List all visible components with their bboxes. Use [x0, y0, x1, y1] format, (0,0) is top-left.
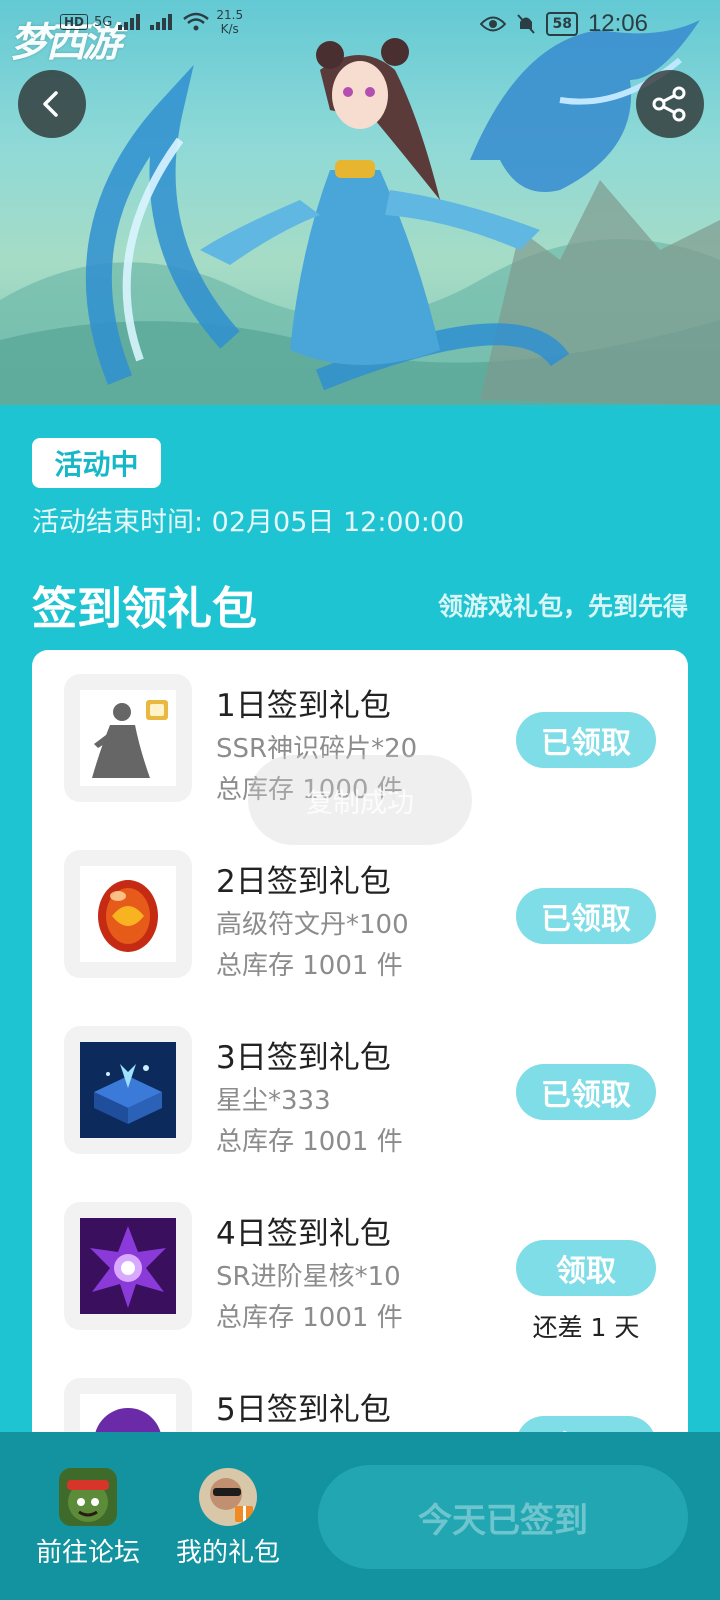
silhouette-fragment-icon	[80, 690, 176, 786]
status-bar: HD 5G 21.5 K/s 58 12:06	[0, 0, 720, 48]
section-subtitle: 领游戏礼包，先到先得	[437, 592, 688, 621]
gift-item: 高级符文丹*100	[216, 910, 409, 940]
signal-icon	[118, 14, 141, 30]
claimed-button[interactable]: 已领取	[516, 712, 656, 768]
gift-title: 3日签到礼包	[216, 1040, 391, 1076]
claimed-button[interactable]: 已领取	[516, 888, 656, 944]
claim-button[interactable]: 领取	[516, 1240, 656, 1296]
my-gifts-label: 我的礼包	[175, 1538, 280, 1568]
wifi-icon	[183, 12, 210, 31]
network-speed: 21.5 K/s	[216, 8, 244, 36]
stardust-chest-icon	[80, 1042, 176, 1138]
gift-title: 5日签到礼包	[216, 1392, 391, 1428]
share-button[interactable]	[636, 70, 704, 138]
network-type: 5G	[94, 14, 113, 30]
status-indicators: HD 5G 21.5 K/s	[60, 8, 243, 36]
status-system: 58 12:06	[480, 10, 648, 38]
activity-status-badge: 活动中	[32, 438, 161, 488]
gift-title: 4日签到礼包	[216, 1216, 391, 1252]
gift-row: 4日签到礼包 SR进阶星核*10 总库存 1001 件 领取 还差 1 天	[32, 1178, 688, 1342]
forum-link[interactable]: 前往论坛	[28, 1468, 148, 1569]
hero-banner: 梦西游 HD 5G 21.5 K/s 58 12:06	[0, 0, 720, 405]
battery-level: 58	[546, 12, 578, 36]
eye-icon	[480, 16, 507, 32]
claimed-button[interactable]: 已领取	[516, 1064, 656, 1120]
clock: 12:06	[587, 10, 648, 37]
gift-thumbnail	[64, 674, 192, 802]
gift-item: SR进阶星核*10	[216, 1262, 401, 1292]
rune-pill-icon	[80, 866, 176, 962]
section-title: 签到领礼包	[32, 582, 258, 635]
bell-mute-icon	[517, 14, 536, 34]
forum-label: 前往论坛	[35, 1538, 140, 1568]
gift-item: 星尘*333	[216, 1086, 331, 1116]
star-core-icon	[80, 1218, 176, 1314]
checked-in-today-button[interactable]: 今天已签到	[318, 1465, 688, 1569]
share-icon	[652, 86, 686, 122]
my-gifts-link[interactable]: 我的礼包	[168, 1468, 288, 1569]
signal-icon-2	[150, 14, 173, 30]
gift-title: 2日签到礼包	[216, 864, 391, 900]
days-remaining-note: 还差 1 天	[532, 1313, 640, 1342]
gift-stock: 总库存 1001 件	[216, 1127, 403, 1157]
activity-end-time: 活动结束时间: 02月05日 12:00:00	[32, 507, 465, 538]
gift-thumbnail	[64, 850, 192, 978]
bottom-bar: 前往论坛 我的礼包 今天已签到	[0, 1432, 720, 1600]
copy-success-toast: 复制成功	[248, 755, 472, 845]
chevron-left-icon	[43, 91, 58, 117]
gift-stock: 总库存 1001 件	[216, 951, 403, 981]
hd-badge: HD	[60, 14, 89, 30]
back-button[interactable]	[18, 70, 86, 138]
gift-row: 2日签到礼包 高级符文丹*100 总库存 1001 件 已领取	[32, 826, 688, 981]
gift-title: 1日签到礼包	[216, 688, 391, 724]
forum-avatar-icon	[59, 1468, 117, 1526]
user-avatar-icon	[199, 1468, 257, 1526]
gift-thumbnail	[64, 1026, 192, 1154]
gift-row: 3日签到礼包 星尘*333 总库存 1001 件 已领取	[32, 1002, 688, 1157]
gift-stock: 总库存 1001 件	[216, 1303, 403, 1333]
gift-thumbnail	[64, 1202, 192, 1330]
